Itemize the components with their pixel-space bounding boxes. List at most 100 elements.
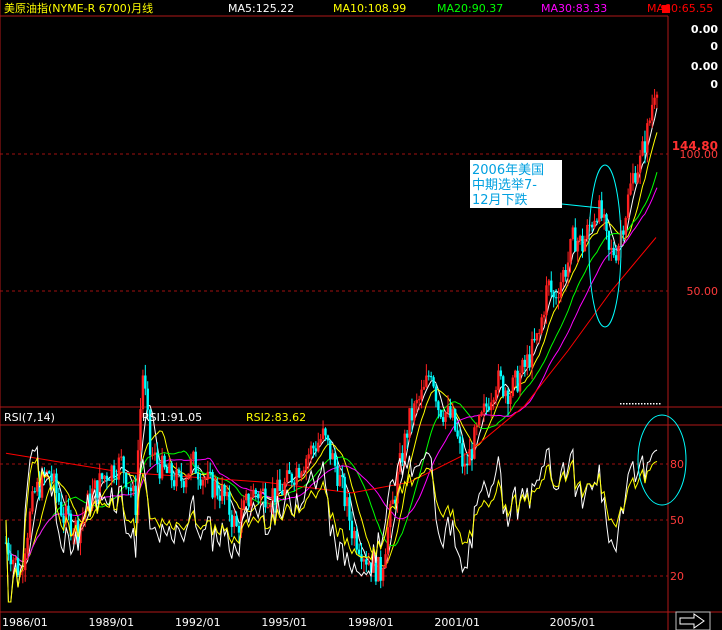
rsi-lines xyxy=(5,445,658,603)
candle-body xyxy=(50,473,53,482)
candle-body xyxy=(288,470,291,474)
chart-canvas: 美原油指(NYME-R 6700)月线 MA5:125.22 MA10:108.… xyxy=(0,0,722,630)
candle-body xyxy=(634,173,637,183)
candle-body xyxy=(108,479,111,481)
date-axis-label: 1992/01 xyxy=(175,616,221,629)
candle-body xyxy=(509,395,512,405)
candle-body xyxy=(562,270,565,283)
candle-body xyxy=(321,428,325,439)
candle-body xyxy=(475,425,479,428)
candle-body xyxy=(446,406,450,413)
candle-body xyxy=(67,505,70,514)
candle-body xyxy=(307,454,310,459)
candle-body xyxy=(201,479,205,486)
candle-body xyxy=(187,473,190,480)
candle-body xyxy=(172,480,176,487)
candle-body xyxy=(319,438,322,443)
rsi-title: RSI(7,14) xyxy=(4,411,55,424)
candle-body xyxy=(57,493,61,502)
candle-body xyxy=(557,297,560,299)
candle-body xyxy=(564,270,567,277)
scroll-right-button[interactable] xyxy=(675,611,711,630)
candle-body xyxy=(218,495,221,501)
candle-body xyxy=(533,338,536,341)
candle-body xyxy=(643,141,647,153)
candle-body xyxy=(278,479,282,491)
candle-body xyxy=(598,200,601,222)
candle-body xyxy=(180,473,183,482)
candle-body xyxy=(648,120,651,124)
candle-body xyxy=(480,412,483,416)
candle-body xyxy=(612,247,615,256)
candle-body xyxy=(624,217,627,235)
candle-body xyxy=(490,402,493,411)
candle-body xyxy=(638,155,642,173)
date-axis-label: 2001/01 xyxy=(434,616,480,629)
candle-body xyxy=(134,485,137,516)
volume-dot xyxy=(659,403,661,405)
candle-body xyxy=(607,231,611,250)
candle-body xyxy=(602,214,606,218)
volume-dot xyxy=(626,403,628,405)
candle-body xyxy=(165,467,169,473)
candle-body xyxy=(401,453,404,463)
candle-body xyxy=(237,525,241,533)
candle-body xyxy=(350,520,354,539)
candle-body xyxy=(386,527,390,555)
candle-body xyxy=(269,504,272,508)
candle-body xyxy=(578,235,582,241)
candle-body xyxy=(305,458,308,471)
candle-body xyxy=(31,491,34,512)
candle-body xyxy=(554,297,558,299)
candle-body xyxy=(249,497,253,506)
rsi-level-label: 80 xyxy=(670,458,684,471)
candle-body xyxy=(223,485,226,497)
candle-body xyxy=(461,443,464,467)
candle-body xyxy=(132,485,135,491)
candle-body xyxy=(266,507,270,509)
candle-body xyxy=(254,489,258,494)
candle-body xyxy=(204,479,207,481)
candle-body xyxy=(297,467,301,478)
candle-body xyxy=(622,230,625,235)
candle-body xyxy=(261,488,265,492)
candle-body xyxy=(365,559,368,565)
price-axis-label: 0 xyxy=(710,40,718,53)
candle-body xyxy=(189,459,193,474)
volume-dot xyxy=(638,403,640,405)
candle-body xyxy=(52,473,56,482)
candle-body xyxy=(550,280,553,293)
volume-dot xyxy=(632,403,634,405)
candle-body xyxy=(646,123,649,153)
candle-body xyxy=(103,475,106,479)
candle-body xyxy=(367,562,370,565)
volume-dot xyxy=(629,403,631,405)
candle-body xyxy=(199,479,202,486)
candle-body xyxy=(314,448,318,452)
candle-body xyxy=(391,499,394,505)
candle-body xyxy=(151,454,154,456)
candle-body xyxy=(478,415,481,426)
candle-body xyxy=(293,482,296,485)
candle-body xyxy=(182,481,185,488)
candle-body xyxy=(336,465,339,486)
candle-body xyxy=(581,235,584,252)
candle-body xyxy=(636,172,639,183)
candle-body xyxy=(362,559,366,562)
candle-body xyxy=(357,549,361,555)
candle-body xyxy=(569,239,572,263)
candle-body xyxy=(160,455,164,479)
candle-body xyxy=(432,377,435,387)
candle-body xyxy=(413,403,416,421)
candle-body xyxy=(523,359,527,367)
candle-body xyxy=(655,94,659,98)
candle-body xyxy=(470,449,474,459)
date-axis-label: 1998/01 xyxy=(348,616,394,629)
rsi-level-label: 20 xyxy=(670,570,684,583)
candle-body xyxy=(614,255,618,261)
candle-body xyxy=(516,370,519,392)
candle-body xyxy=(384,554,387,569)
candle-body xyxy=(377,557,380,582)
candle-body xyxy=(295,467,298,485)
candle-body xyxy=(220,485,224,501)
